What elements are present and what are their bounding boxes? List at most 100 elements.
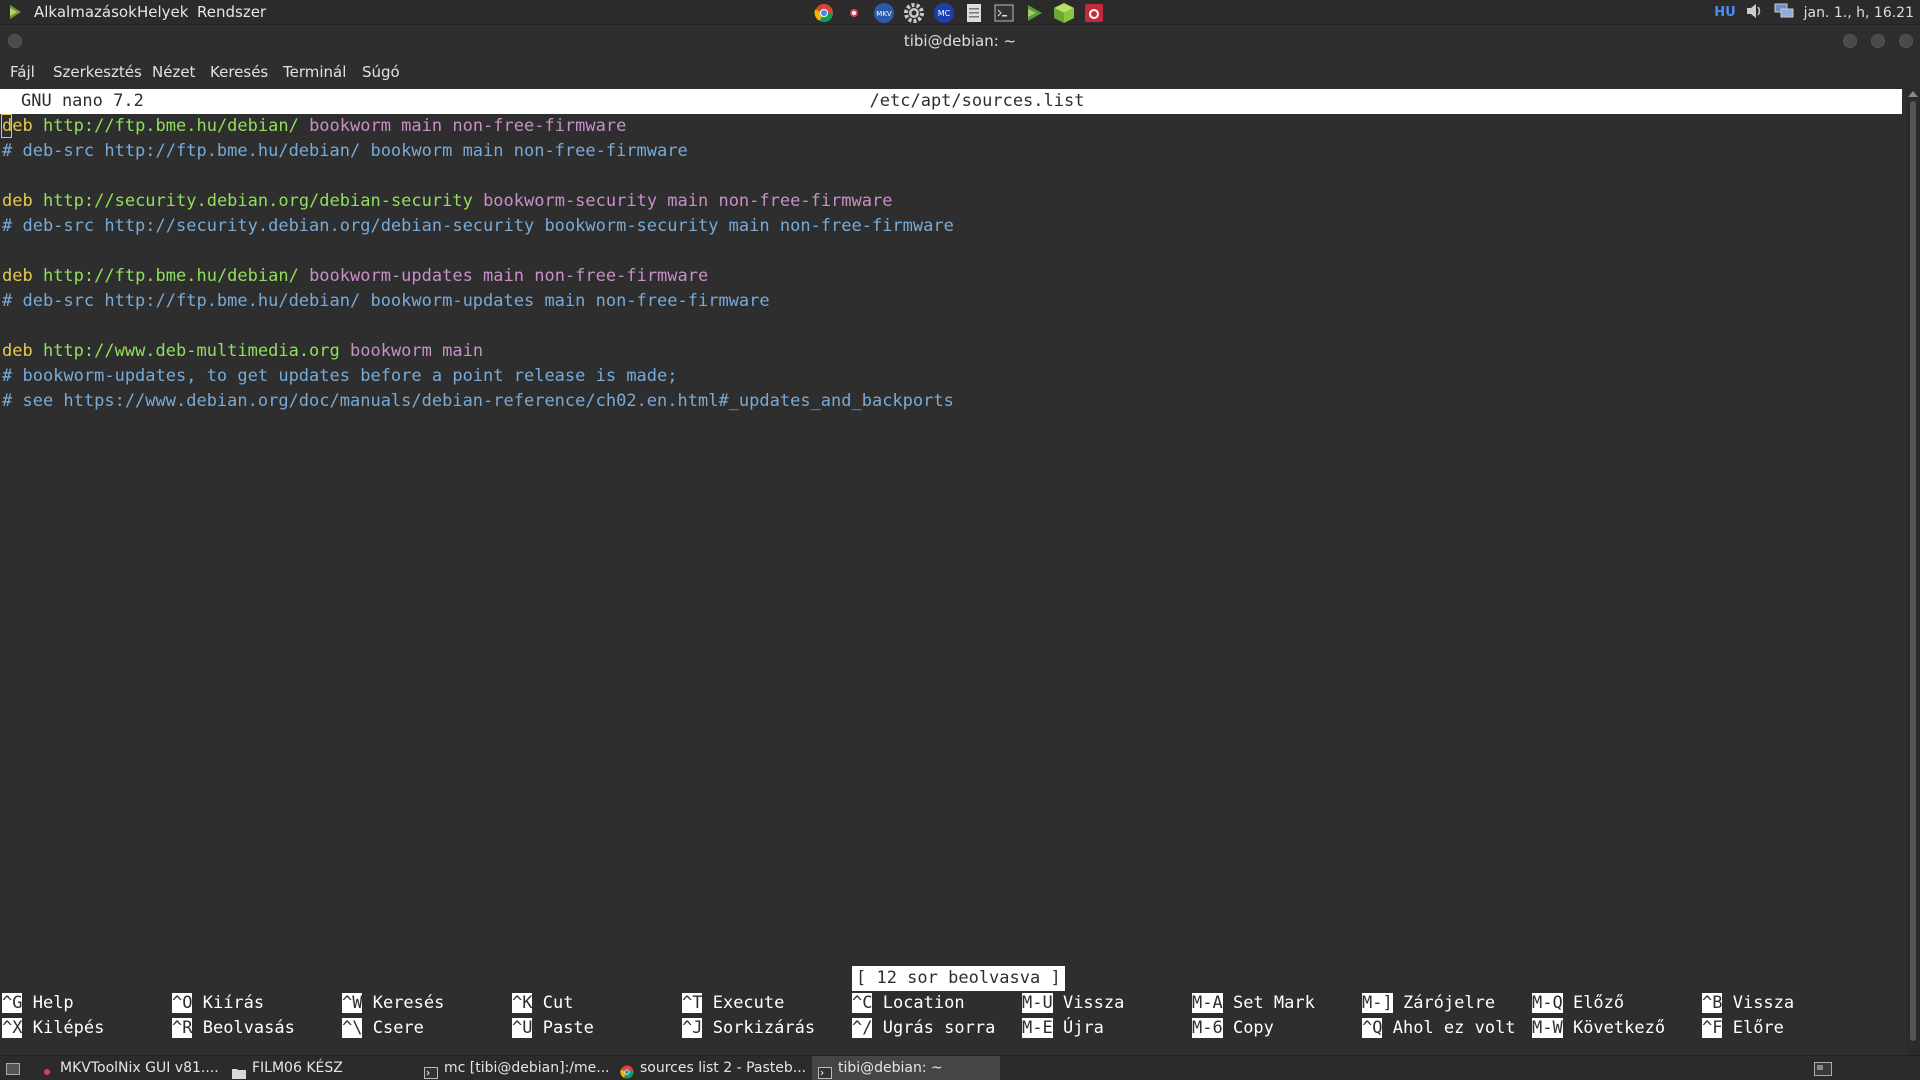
nano-header: GNU nano 7.2 /etc/apt/sources.list xyxy=(0,89,1902,114)
menu-help[interactable]: Súgó xyxy=(362,57,400,87)
editor-line[interactable]: deb http://ftp.bme.hu/debian/ bookworm m… xyxy=(2,114,626,139)
repo-url: http://ftp.bme.hu/debian/ xyxy=(32,266,299,286)
volume-icon[interactable] xyxy=(1746,3,1764,23)
shortcut-label: Ahol ez volt xyxy=(1382,1018,1516,1038)
svg-text:MC: MC xyxy=(938,9,951,18)
clock[interactable]: jan. 1., h, 16.21 xyxy=(1804,5,1914,21)
editor-line[interactable]: # deb-src http://ftp.bme.hu/debian/ book… xyxy=(2,289,770,314)
repo-components: bookworm-security main non-free-firmware xyxy=(472,191,893,211)
shortcut-row1-8: M-] Zárójelre xyxy=(1362,991,1495,1016)
editor-line[interactable]: # deb-src http://ftp.bme.hu/debian/ book… xyxy=(2,139,688,164)
document-icon[interactable] xyxy=(962,2,986,24)
taskbar-item[interactable]: mc [tibi@debian]:/me... xyxy=(418,1056,614,1080)
shortcut-label: Vissza xyxy=(1052,993,1125,1013)
terminal-area[interactable]: GNU nano 7.2 /etc/apt/sources.list deb h… xyxy=(0,89,1906,1055)
chrome-icon[interactable] xyxy=(812,2,836,24)
taskbar-item[interactable]: FILM06 KÉSZ xyxy=(226,1056,416,1080)
deb-keyword: deb xyxy=(2,341,33,361)
taskbar-item[interactable]: MKVToolNix GUI v81.... xyxy=(34,1056,224,1080)
menu-file[interactable]: Fájl xyxy=(10,57,35,87)
editor-line[interactable]: # bookworm-updates, to get updates befor… xyxy=(2,364,678,389)
maximize-button[interactable] xyxy=(1871,34,1885,48)
taskbar-item-label: tibi@debian: ~ xyxy=(838,1060,943,1076)
shortcut-label: Újra xyxy=(1052,1018,1104,1038)
shortcut-key: M-A xyxy=(1192,993,1223,1013)
shortcut-row2-0: ^X Kilépés xyxy=(2,1016,104,1041)
shortcut-label: Következő xyxy=(1562,1018,1666,1038)
shortcut-label: Sorkizárás xyxy=(702,1018,816,1038)
shortcut-label: Execute xyxy=(702,993,785,1013)
workspace-switcher[interactable] xyxy=(1808,1056,1832,1080)
shortcut-label: Ugrás sorra xyxy=(872,1018,996,1038)
repo-url: http://security.debian.org/debian-securi… xyxy=(32,191,473,211)
editor-line[interactable]: deb http://www.deb-multimedia.org bookwo… xyxy=(2,339,483,364)
comment-text: # deb-src http://ftp.bme.hu/debian/ book… xyxy=(2,291,770,311)
shortcut-key: ^F xyxy=(1702,1018,1723,1038)
terminal-icon[interactable] xyxy=(992,2,1016,24)
terminal-icon xyxy=(818,1063,832,1079)
shortcut-key: ^B xyxy=(1702,993,1723,1013)
chrome-icon xyxy=(620,1063,634,1078)
shortcut-key: ^Q xyxy=(1362,1018,1383,1038)
shortcut-key: ^U xyxy=(512,1018,533,1038)
terminal-scrollbar[interactable] xyxy=(1906,89,1920,1055)
scroll-up-arrow-icon[interactable] xyxy=(1908,91,1918,97)
bottom-taskbar: MKVToolNix GUI v81.... FILM06 KÉSZ mc [tib… xyxy=(0,1055,1920,1080)
show-desktop-icon[interactable] xyxy=(0,1056,22,1080)
shortcut-row1-1: ^O Kiírás xyxy=(172,991,264,1016)
scrollbar-thumb[interactable] xyxy=(1910,101,1916,1041)
taskbar-item[interactable]: tibi@debian: ~ xyxy=(812,1056,1000,1080)
shortcut-row2-7: M-6 Copy xyxy=(1192,1016,1274,1041)
minimize-button[interactable] xyxy=(1843,34,1857,48)
launcher-tray: MKV MC xyxy=(812,1,1106,24)
shortcut-key: ^W xyxy=(342,993,363,1013)
mkv-icon[interactable]: MKV xyxy=(872,2,896,24)
repo-url: http://ftp.bme.hu/debian/ xyxy=(32,116,299,136)
shortcut-key: M-W xyxy=(1532,1018,1563,1038)
shortcut-row2-8: ^Q Ahol ez volt xyxy=(1362,1016,1516,1041)
shortcut-row1-6: M-U Vissza xyxy=(1022,991,1124,1016)
window-titlebar[interactable]: tibi@debian: ~ xyxy=(0,25,1920,57)
editor-line[interactable]: deb http://security.debian.org/debian-se… xyxy=(2,189,892,214)
mc-icon[interactable]: MC xyxy=(932,2,956,24)
shortcut-row1-5: ^C Location xyxy=(852,991,965,1016)
menu-view[interactable]: Nézet xyxy=(152,57,195,87)
editor-line[interactable]: # deb-src http://security.debian.org/deb… xyxy=(2,214,954,239)
menu-applications[interactable]: Alkalmazások xyxy=(34,0,137,25)
shortcut-key: ^J xyxy=(682,1018,703,1038)
shortcut-row1-10: ^B Vissza xyxy=(1702,991,1794,1016)
raspberry-icon[interactable] xyxy=(1082,2,1106,24)
settings-gear-icon[interactable] xyxy=(902,2,926,24)
nano-filename: /etc/apt/sources.list xyxy=(869,91,1085,111)
shortcut-label: Cut xyxy=(532,993,574,1013)
shortcut-label: Előző xyxy=(1562,993,1625,1013)
menu-system[interactable]: Rendszer xyxy=(197,0,266,25)
shortcut-row1-7: M-A Set Mark xyxy=(1192,991,1315,1016)
taskbar-item-label: MKVToolNix GUI v81.... xyxy=(60,1060,219,1076)
close-button[interactable] xyxy=(1899,34,1913,48)
editor-line[interactable]: # see https://www.debian.org/doc/manuals… xyxy=(2,389,954,414)
applications-menu-icon[interactable] xyxy=(8,4,22,20)
taskbar-item-label: mc [tibi@debian]:/me... xyxy=(444,1060,610,1076)
network-icon[interactable] xyxy=(1774,3,1794,23)
shortcut-key: ^X xyxy=(2,1018,23,1038)
cube-icon[interactable] xyxy=(1052,2,1076,24)
editor-line[interactable]: deb http://ftp.bme.hu/debian/ bookworm-u… xyxy=(2,264,708,289)
comment-text: # deb-src http://ftp.bme.hu/debian/ book… xyxy=(2,141,688,161)
shortcut-row2-2: ^\ Csere xyxy=(342,1016,424,1041)
taskbar-item[interactable]: sources list 2 - Pasteb... xyxy=(614,1056,810,1080)
red-dot-icon[interactable] xyxy=(842,2,866,24)
nano-status-message: [ 12 sor beolvasva ] xyxy=(852,966,1065,991)
deb-keyword: deb xyxy=(2,266,33,286)
menu-places[interactable]: Helyek xyxy=(137,0,188,25)
shortcut-row2-4: ^J Sorkizárás xyxy=(682,1016,815,1041)
keyboard-layout-indicator[interactable]: HU xyxy=(1714,5,1735,20)
shortcut-key: ^C xyxy=(852,993,873,1013)
comment-text: # deb-src http://security.debian.org/deb… xyxy=(2,216,954,236)
shortcut-key: ^/ xyxy=(852,1018,873,1038)
menu-search[interactable]: Keresés xyxy=(210,57,268,87)
play-icon[interactable] xyxy=(1022,2,1046,24)
comment-text: # bookworm-updates, to get updates befor… xyxy=(2,366,678,386)
menu-terminal[interactable]: Terminál xyxy=(283,57,346,87)
menu-edit[interactable]: Szerkesztés xyxy=(53,57,142,87)
